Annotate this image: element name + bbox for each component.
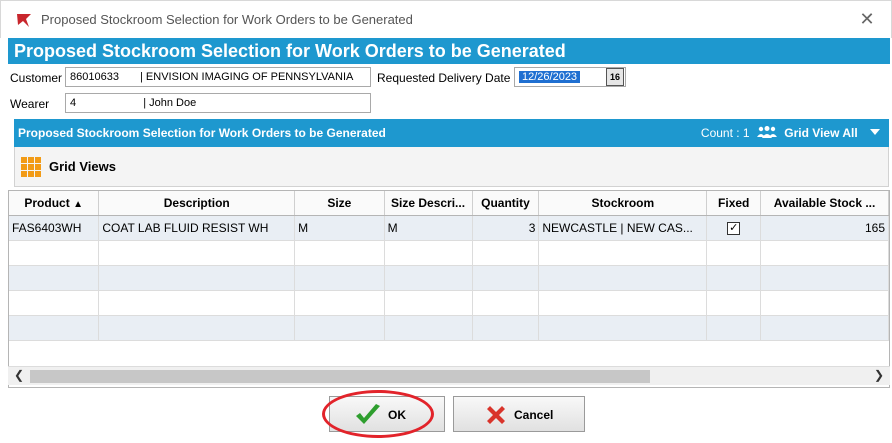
customer-label: Customer <box>10 71 63 85</box>
record-count: Count : 1 <box>700 126 750 140</box>
ok-button[interactable]: OK <box>329 396 445 432</box>
grid-views-button[interactable]: Grid Views <box>49 159 116 174</box>
table-header-row: Product ▲ Description Size Size Descri..… <box>9 191 889 216</box>
dropdown-icon[interactable] <box>869 127 881 137</box>
sort-ascending-icon: ▲ <box>73 198 83 210</box>
delivery-date-label: Requested Delivery Date <box>377 71 511 85</box>
empty-row <box>9 290 889 316</box>
wearer-row: Wearer 4 | John Doe <box>8 93 888 115</box>
wearer-number: 4 <box>70 97 77 109</box>
scroll-right-icon[interactable]: ❯ <box>874 368 884 382</box>
customer-field[interactable]: 86010633 | ENVISION IMAGING OF PENNSYLVA… <box>65 67 371 87</box>
grid-views-icon[interactable] <box>21 157 41 177</box>
cell-quantity[interactable]: 3 <box>472 215 540 241</box>
column-header-size[interactable]: Size <box>294 191 385 216</box>
delivery-date-value: 12/26/2023 <box>519 71 581 83</box>
cell-size[interactable]: M <box>294 215 385 241</box>
cell-available-stock[interactable]: 165 <box>760 215 889 241</box>
customer-name: | ENVISION IMAGING OF PENNSYLVANIA <box>140 71 354 83</box>
column-header-available-stock[interactable]: Available Stock ... <box>760 191 889 216</box>
app-icon <box>17 14 31 27</box>
window-title: Proposed Stockroom Selection for Work Or… <box>41 12 413 27</box>
grid-header: Proposed Stockroom Selection for Work Or… <box>14 119 889 147</box>
cancel-button[interactable]: Cancel <box>453 396 585 432</box>
cell-description[interactable]: COAT LAB FLUID RESIST WH <box>98 215 296 241</box>
work-order-table: Product ▲ Description Size Size Descri..… <box>9 191 889 341</box>
close-icon[interactable]: ✕ <box>855 8 879 32</box>
empty-row <box>9 315 889 341</box>
column-header-fixed[interactable]: Fixed <box>706 191 762 216</box>
calendar-icon[interactable]: 16 <box>606 68 624 86</box>
wearer-field[interactable]: 4 | John Doe <box>65 93 371 113</box>
users-icon <box>756 126 777 138</box>
checkmark-icon <box>356 404 380 424</box>
scroll-left-icon[interactable]: ❮ <box>14 368 24 382</box>
column-header-quantity[interactable]: Quantity <box>472 191 540 216</box>
customer-number: 86010633 <box>70 71 119 83</box>
column-header-stockroom[interactable]: Stockroom <box>538 191 708 216</box>
wearer-name: | John Doe <box>143 97 197 109</box>
cell-fixed[interactable]: ✓ <box>706 215 762 241</box>
wearer-label: Wearer <box>10 97 50 111</box>
empty-row <box>9 265 889 291</box>
column-header-description[interactable]: Description <box>98 191 296 216</box>
fixed-checkbox[interactable]: ✓ <box>727 222 741 235</box>
data-grid: Product ▲ Description Size Size Descri..… <box>8 190 890 388</box>
column-header-size-description[interactable]: Size Descri... <box>384 191 473 216</box>
customer-row: Customer 86010633 | ENVISION IMAGING OF … <box>8 67 888 89</box>
dialog-heading: Proposed Stockroom Selection for Work Or… <box>8 38 890 64</box>
empty-row <box>9 240 889 266</box>
cell-stockroom[interactable]: NEWCASTLE | NEW CAS... <box>538 215 708 241</box>
cancel-label: Cancel <box>514 408 554 422</box>
cancel-x-icon <box>487 406 505 424</box>
column-header-product[interactable]: Product ▲ <box>9 191 100 216</box>
window-titlebar: Proposed Stockroom Selection for Work Or… <box>0 0 892 38</box>
table-row[interactable]: FAS6403WH COAT LAB FLUID RESIST WH M M 3… <box>9 215 889 241</box>
grid-view-all-button[interactable]: Grid View All <box>784 126 857 140</box>
scrollbar-thumb[interactable] <box>30 370 650 383</box>
cell-size-description[interactable]: M <box>384 215 473 241</box>
cell-product[interactable]: FAS6403WH <box>9 215 100 241</box>
horizontal-scrollbar[interactable]: ❮ ❯ <box>8 366 890 385</box>
grid-header-actions: Count : 1 Grid View All <box>701 119 881 147</box>
grid-title: Proposed Stockroom Selection for Work Or… <box>18 126 386 140</box>
ok-label: OK <box>388 408 406 422</box>
grid-views-bar: Grid Views <box>14 147 889 187</box>
